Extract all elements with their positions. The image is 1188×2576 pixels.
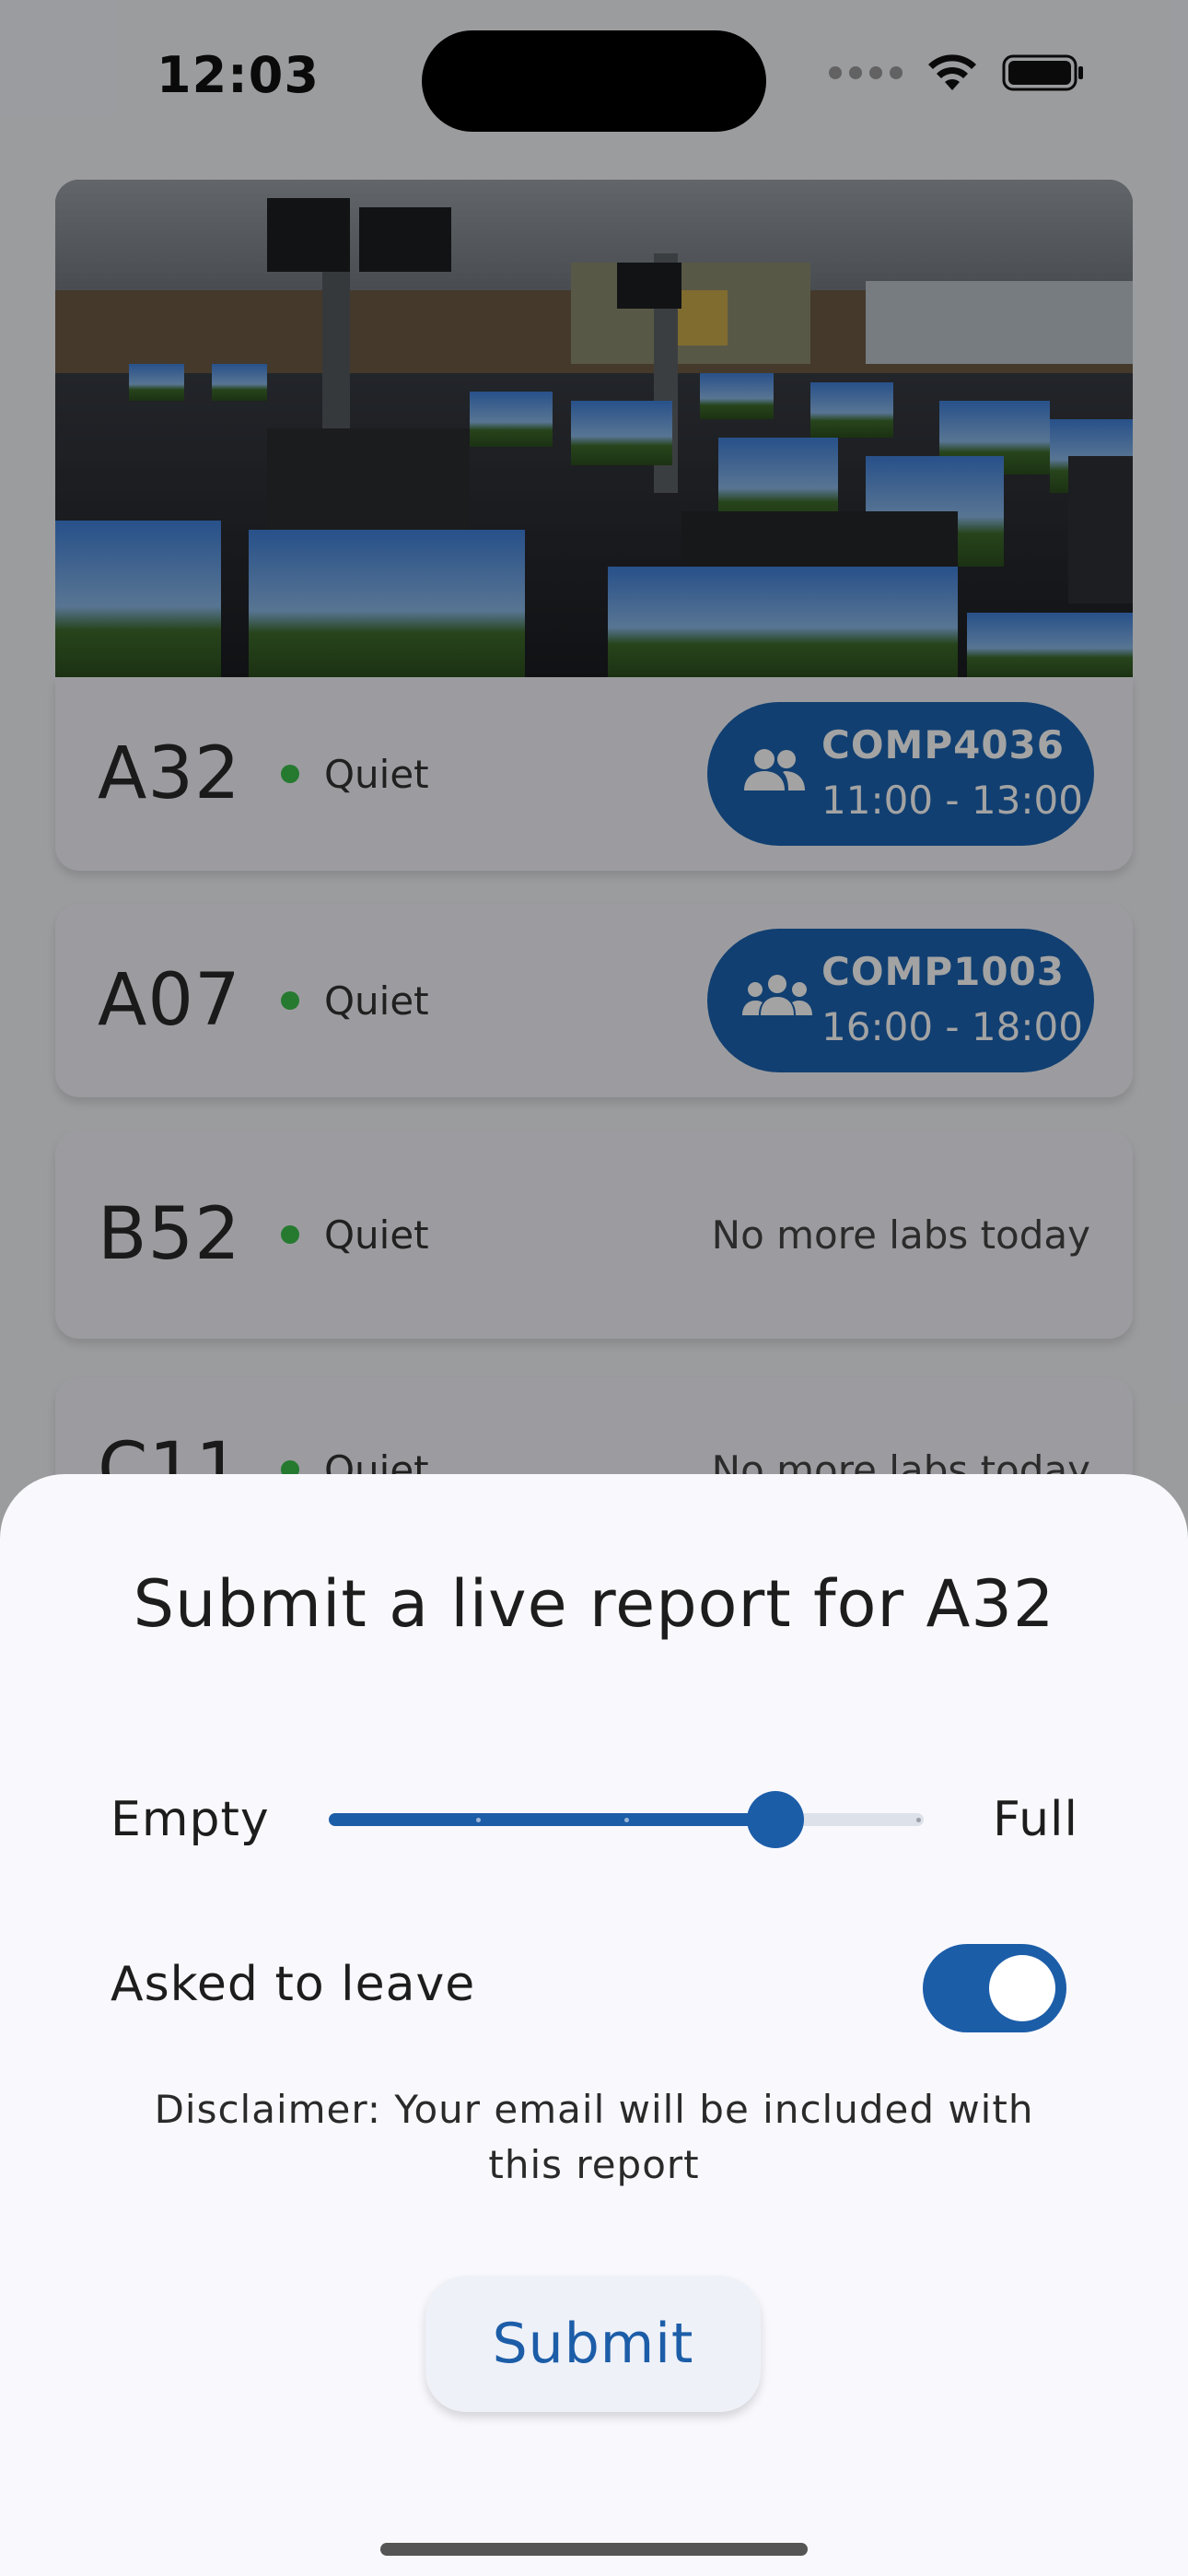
slider-step-tick [624, 1818, 629, 1822]
sheet-title: Submit a live report for A32 [133, 1566, 1055, 1642]
report-sheet: Submit a live report for A32 Empty Full … [0, 1474, 1188, 2576]
submit-button[interactable]: Submit [425, 2276, 761, 2412]
slider-min-label: Empty [111, 1792, 270, 1847]
slider-thumb[interactable] [746, 1791, 804, 1848]
home-indicator[interactable] [380, 2543, 808, 2556]
occupancy-slider-row: Empty Full [0, 1787, 1188, 1898]
slider-step-tick [475, 1818, 481, 1822]
toggle-knob [989, 1955, 1055, 2021]
asked-to-leave-row: Asked to leave [0, 1944, 1188, 2036]
slider-active-track [329, 1813, 775, 1826]
screen: 12:03 A32 Quiet COMP4036 11:00 - 13:00 A… [0, 0, 1188, 2576]
disclaimer-text: Disclaimer: Your email will be included … [154, 2087, 1034, 2187]
toggle-label: Asked to leave [111, 1957, 476, 2012]
occupancy-slider[interactable] [329, 1791, 924, 1848]
slider-step-tick [916, 1818, 921, 1822]
asked-to-leave-toggle[interactable] [923, 1944, 1066, 2032]
slider-max-label: Full [993, 1792, 1078, 1847]
